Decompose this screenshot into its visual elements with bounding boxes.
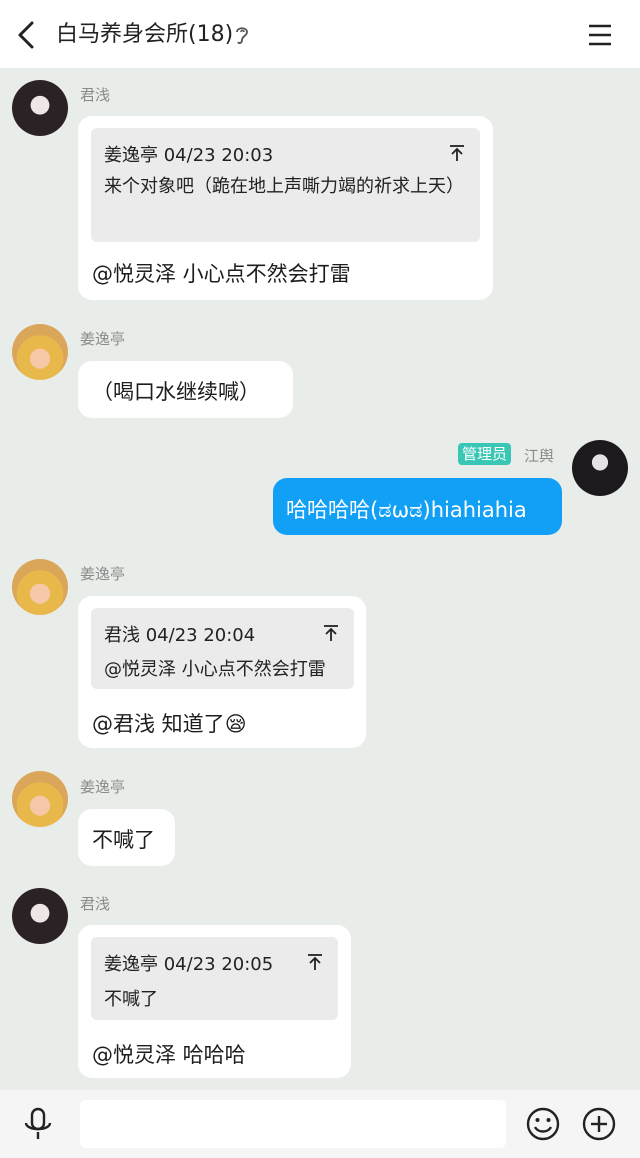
message-text: 哈哈哈哈(ಡωಡ)hiahiahia [286,498,527,522]
quoted-message[interactable]: 姜逸亭 04/23 20:05 不喊了 [91,937,338,1020]
sender-name: 姜逸亭 [80,565,126,583]
sender-name: 君浅 [80,86,111,104]
microphone-icon[interactable] [20,1106,56,1142]
chat-title: 白马养身会所(18) [56,22,234,47]
message-bubble[interactable]: 不喊了 [78,809,175,866]
message-text: （喝口水继续喊） [92,380,260,404]
pin-top-icon[interactable] [307,953,323,971]
pin-top-icon[interactable] [449,144,465,162]
avatar[interactable] [12,324,68,380]
avatar[interactable] [12,559,68,615]
quote-text: 不喊了 [104,989,158,1010]
plus-icon[interactable] [581,1106,617,1142]
quote-author-time: 姜逸亭 04/23 20:03 [104,145,274,166]
quote-text: 来个对象吧（跪在地上声嘶力竭的祈求上天） [104,176,464,197]
avatar[interactable] [12,888,68,944]
message-bubble[interactable]: 姜逸亭 04/23 20:05 不喊了 @悦灵泽 哈哈哈 [78,925,351,1078]
sender-name: 君浅 [80,895,111,913]
avatar[interactable] [572,440,628,496]
avatar[interactable] [12,771,68,827]
ear-icon[interactable] [233,24,251,46]
chat-header: 白马养身会所(18) [0,0,640,68]
message-text: @君浅 知道了😪 [92,708,247,738]
quoted-message[interactable]: 君浅 04/23 20:04 @悦灵泽 小心点不然会打雷 [91,608,354,689]
admin-badge: 管理员 [458,443,512,465]
sender-name: 姜逸亭 [80,778,126,796]
sender-name: 姜逸亭 [80,330,126,348]
quote-author-time: 姜逸亭 04/23 20:05 [104,954,274,975]
message-text: @悦灵泽 小心点不然会打雷 [92,262,351,286]
message-text: 不喊了 [92,828,155,852]
message-text-content: @君浅 知道了 [92,712,225,736]
message-text: @悦灵泽 哈哈哈 [92,1043,246,1067]
emoji: 😪 [224,712,247,736]
avatar[interactable] [12,80,68,136]
pin-top-icon[interactable] [323,624,339,642]
sender-name: 江舆 [524,447,555,465]
message-bubble[interactable]: （喝口水继续喊） [78,361,293,418]
message-bubble-self[interactable]: 哈哈哈哈(ಡωಡ)hiahiahia [273,478,562,535]
back-arrow-icon[interactable] [14,20,40,50]
input-bar [0,1090,640,1158]
quote-author-time: 君浅 04/23 20:04 [104,625,256,646]
message-bubble[interactable]: 姜逸亭 04/23 20:03 来个对象吧（跪在地上声嘶力竭的祈求上天） @悦灵… [78,116,493,300]
smiley-icon[interactable] [525,1106,561,1142]
message-input[interactable] [80,1100,506,1148]
menu-icon[interactable] [586,22,614,48]
message-bubble[interactable]: 君浅 04/23 20:04 @悦灵泽 小心点不然会打雷 @君浅 知道了😪 [78,596,366,748]
quoted-message[interactable]: 姜逸亭 04/23 20:03 来个对象吧（跪在地上声嘶力竭的祈求上天） [91,128,480,242]
quote-text: @悦灵泽 小心点不然会打雷 [104,659,326,680]
